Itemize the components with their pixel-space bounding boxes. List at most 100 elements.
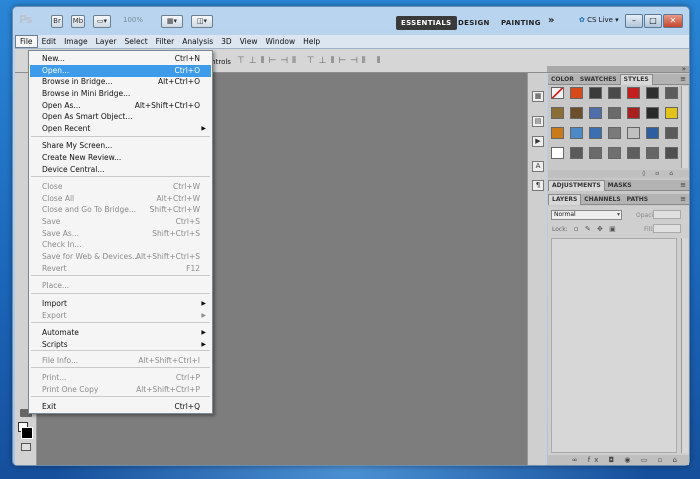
foreground-color-swatch[interactable] [21, 427, 33, 439]
workspace-design[interactable]: DESIGN [453, 16, 495, 30]
style-swatch[interactable] [627, 147, 640, 159]
file-menu-item-check-in[interactable]: Check In... [30, 239, 211, 251]
file-menu-item-open-recent[interactable]: Open Recent ▶ [30, 123, 211, 135]
file-menu-item-file-info[interactable]: File Info... Alt+Shift+Ctrl+I [30, 355, 211, 367]
tab-styles[interactable]: STYLES [619, 74, 653, 85]
style-swatch[interactable] [551, 127, 564, 139]
menu-window[interactable]: Window [262, 35, 300, 48]
style-swatch[interactable] [608, 127, 621, 139]
file-menu-item-import[interactable]: Import ▶ [30, 298, 211, 310]
launch-bridge-button[interactable]: Br [51, 15, 63, 28]
style-swatch[interactable] [608, 87, 621, 99]
maximize-button[interactable]: □ [644, 14, 662, 28]
file-menu-item-close-all[interactable]: Close All Alt+Ctrl+W [30, 193, 211, 205]
tab-color[interactable]: COLOR [548, 75, 577, 85]
layers-panel-footer[interactable]: ∞ fx ◘ ◉ ▭ ▫ ⌂ [548, 455, 689, 465]
tab-adjustments[interactable]: ADJUSTMENTS [548, 180, 605, 191]
actions-panel-icon[interactable]: ▤ [532, 116, 544, 127]
tab-channels[interactable]: CHANNELS [581, 195, 623, 205]
screen-mode-button[interactable]: ◫▾ [191, 15, 213, 28]
styles-scrollbar[interactable] [681, 86, 688, 168]
file-menu-item-new[interactable]: New... Ctrl+N [30, 53, 211, 65]
align-distribute-icons[interactable]: ⊤⊥⫴⊢⊣⫴ ⊤⊥⫴⊢⊣⫴ ⫴ [237, 56, 384, 66]
style-swatch[interactable] [589, 147, 602, 159]
menu-view[interactable]: View [236, 35, 262, 48]
file-menu-item-open-as-smart-object[interactable]: Open As Smart Object... [30, 111, 211, 123]
style-swatch[interactable] [665, 87, 678, 99]
minimize-button[interactable]: – [625, 14, 643, 28]
style-swatch[interactable] [570, 147, 583, 159]
menu-3d[interactable]: 3D [217, 35, 236, 48]
file-menu-item-save-for-web-devices[interactable]: Save for Web & Devices... Alt+Shift+Ctrl+… [30, 251, 211, 263]
style-swatch[interactable] [570, 87, 583, 99]
file-menu-item-create-new-review[interactable]: Create New Review... [30, 152, 211, 164]
style-swatch[interactable] [551, 87, 564, 99]
character-panel-icon[interactable]: A [532, 161, 544, 172]
style-swatch[interactable] [608, 147, 621, 159]
workspace-essentials[interactable]: ESSENTIALS [396, 16, 457, 30]
menu-help[interactable]: Help [299, 35, 324, 48]
style-swatch[interactable] [665, 127, 678, 139]
style-swatch[interactable] [627, 87, 640, 99]
layers-scrollbar[interactable] [681, 238, 688, 453]
layers-panel-menu-icon[interactable]: ≡ [680, 195, 686, 203]
more-workspaces-icon[interactable]: » [543, 14, 560, 28]
file-menu-item-automate[interactable]: Automate ▶ [30, 327, 211, 339]
file-menu-item-revert[interactable]: Revert F12 [30, 263, 211, 275]
tab-layers[interactable]: LAYERS [548, 194, 582, 205]
style-swatch[interactable] [589, 127, 602, 139]
style-swatch[interactable] [589, 87, 602, 99]
workspace-painting[interactable]: PAINTING [496, 16, 546, 30]
animation-panel-icon[interactable]: ▶ [532, 136, 544, 147]
collapse-panels-icon[interactable]: » [682, 65, 686, 73]
style-swatch[interactable] [665, 147, 678, 159]
style-swatch[interactable] [570, 107, 583, 119]
file-menu-item-save-as[interactable]: Save As... Shift+Ctrl+S [30, 228, 211, 240]
screen-mode-icon[interactable] [21, 443, 31, 451]
file-menu-item-exit[interactable]: Exit Ctrl+Q [30, 401, 211, 413]
file-menu-item-browse-in-bridge[interactable]: Browse in Bridge... Alt+Ctrl+O [30, 76, 211, 88]
menu-analysis[interactable]: Analysis [178, 35, 217, 48]
file-menu-item-place[interactable]: Place... [30, 280, 211, 292]
file-menu-item-print[interactable]: Print... Ctrl+P [30, 372, 211, 384]
launch-mini-bridge-button[interactable]: Mb [71, 15, 85, 28]
paragraph-panel-icon[interactable]: ¶ [532, 180, 544, 191]
file-menu-item-device-central[interactable]: Device Central... [30, 164, 211, 176]
style-swatch[interactable] [646, 107, 659, 119]
style-swatch[interactable] [551, 107, 564, 119]
menu-layer[interactable]: Layer [92, 35, 121, 48]
file-menu-item-save[interactable]: Save Ctrl+S [30, 216, 211, 228]
file-menu-item-close-and-go-to-bridge[interactable]: Close and Go To Bridge... Shift+Ctrl+W [30, 204, 211, 216]
tab-masks[interactable]: MASKS [605, 181, 635, 191]
file-menu-item-browse-in-mini-bridge[interactable]: Browse in Mini Bridge... [30, 88, 211, 100]
history-panel-icon[interactable]: ▦ [532, 91, 544, 102]
menu-image[interactable]: Image [60, 35, 92, 48]
styles-panel-menu-icon[interactable]: ≡ [680, 75, 686, 83]
style-swatch[interactable] [646, 127, 659, 139]
zoom-level[interactable]: 100% [123, 16, 143, 24]
opacity-input[interactable] [653, 210, 681, 219]
file-menu-item-share-my-screen[interactable]: Share My Screen... [30, 140, 211, 152]
style-swatch[interactable] [570, 127, 583, 139]
style-swatch[interactable] [646, 147, 659, 159]
style-swatch[interactable] [608, 107, 621, 119]
file-menu-item-print-one-copy[interactable]: Print One Copy Alt+Shift+Ctrl+P [30, 384, 211, 396]
arrange-documents-button[interactable]: ▦▾ [161, 15, 183, 28]
tab-swatches[interactable]: SWATCHES [577, 75, 620, 85]
cs-live-button[interactable]: ✿ CS Live ▾ [579, 16, 619, 24]
style-swatch[interactable] [627, 107, 640, 119]
file-menu-item-close[interactable]: Close Ctrl+W [30, 181, 211, 193]
file-menu-item-scripts[interactable]: Scripts ▶ [30, 339, 211, 351]
file-menu-item-export[interactable]: Export ▶ [30, 310, 211, 322]
view-extras-button[interactable]: ▭▾ [93, 15, 111, 28]
menu-file[interactable]: File [15, 35, 38, 48]
blend-mode-select[interactable]: Normal ▾ [551, 210, 622, 220]
close-button[interactable]: ✕ [663, 14, 683, 28]
style-swatch[interactable] [665, 107, 678, 119]
file-menu-item-open[interactable]: Open... Ctrl+O [30, 65, 211, 77]
lock-icons[interactable]: ▫ ✎ ✥ ▣ [574, 225, 618, 233]
style-swatch[interactable] [646, 87, 659, 99]
tab-paths[interactable]: PATHS [624, 195, 651, 205]
style-swatch[interactable] [589, 107, 602, 119]
file-menu-item-open-as[interactable]: Open As... Alt+Shift+Ctrl+O [30, 100, 211, 112]
